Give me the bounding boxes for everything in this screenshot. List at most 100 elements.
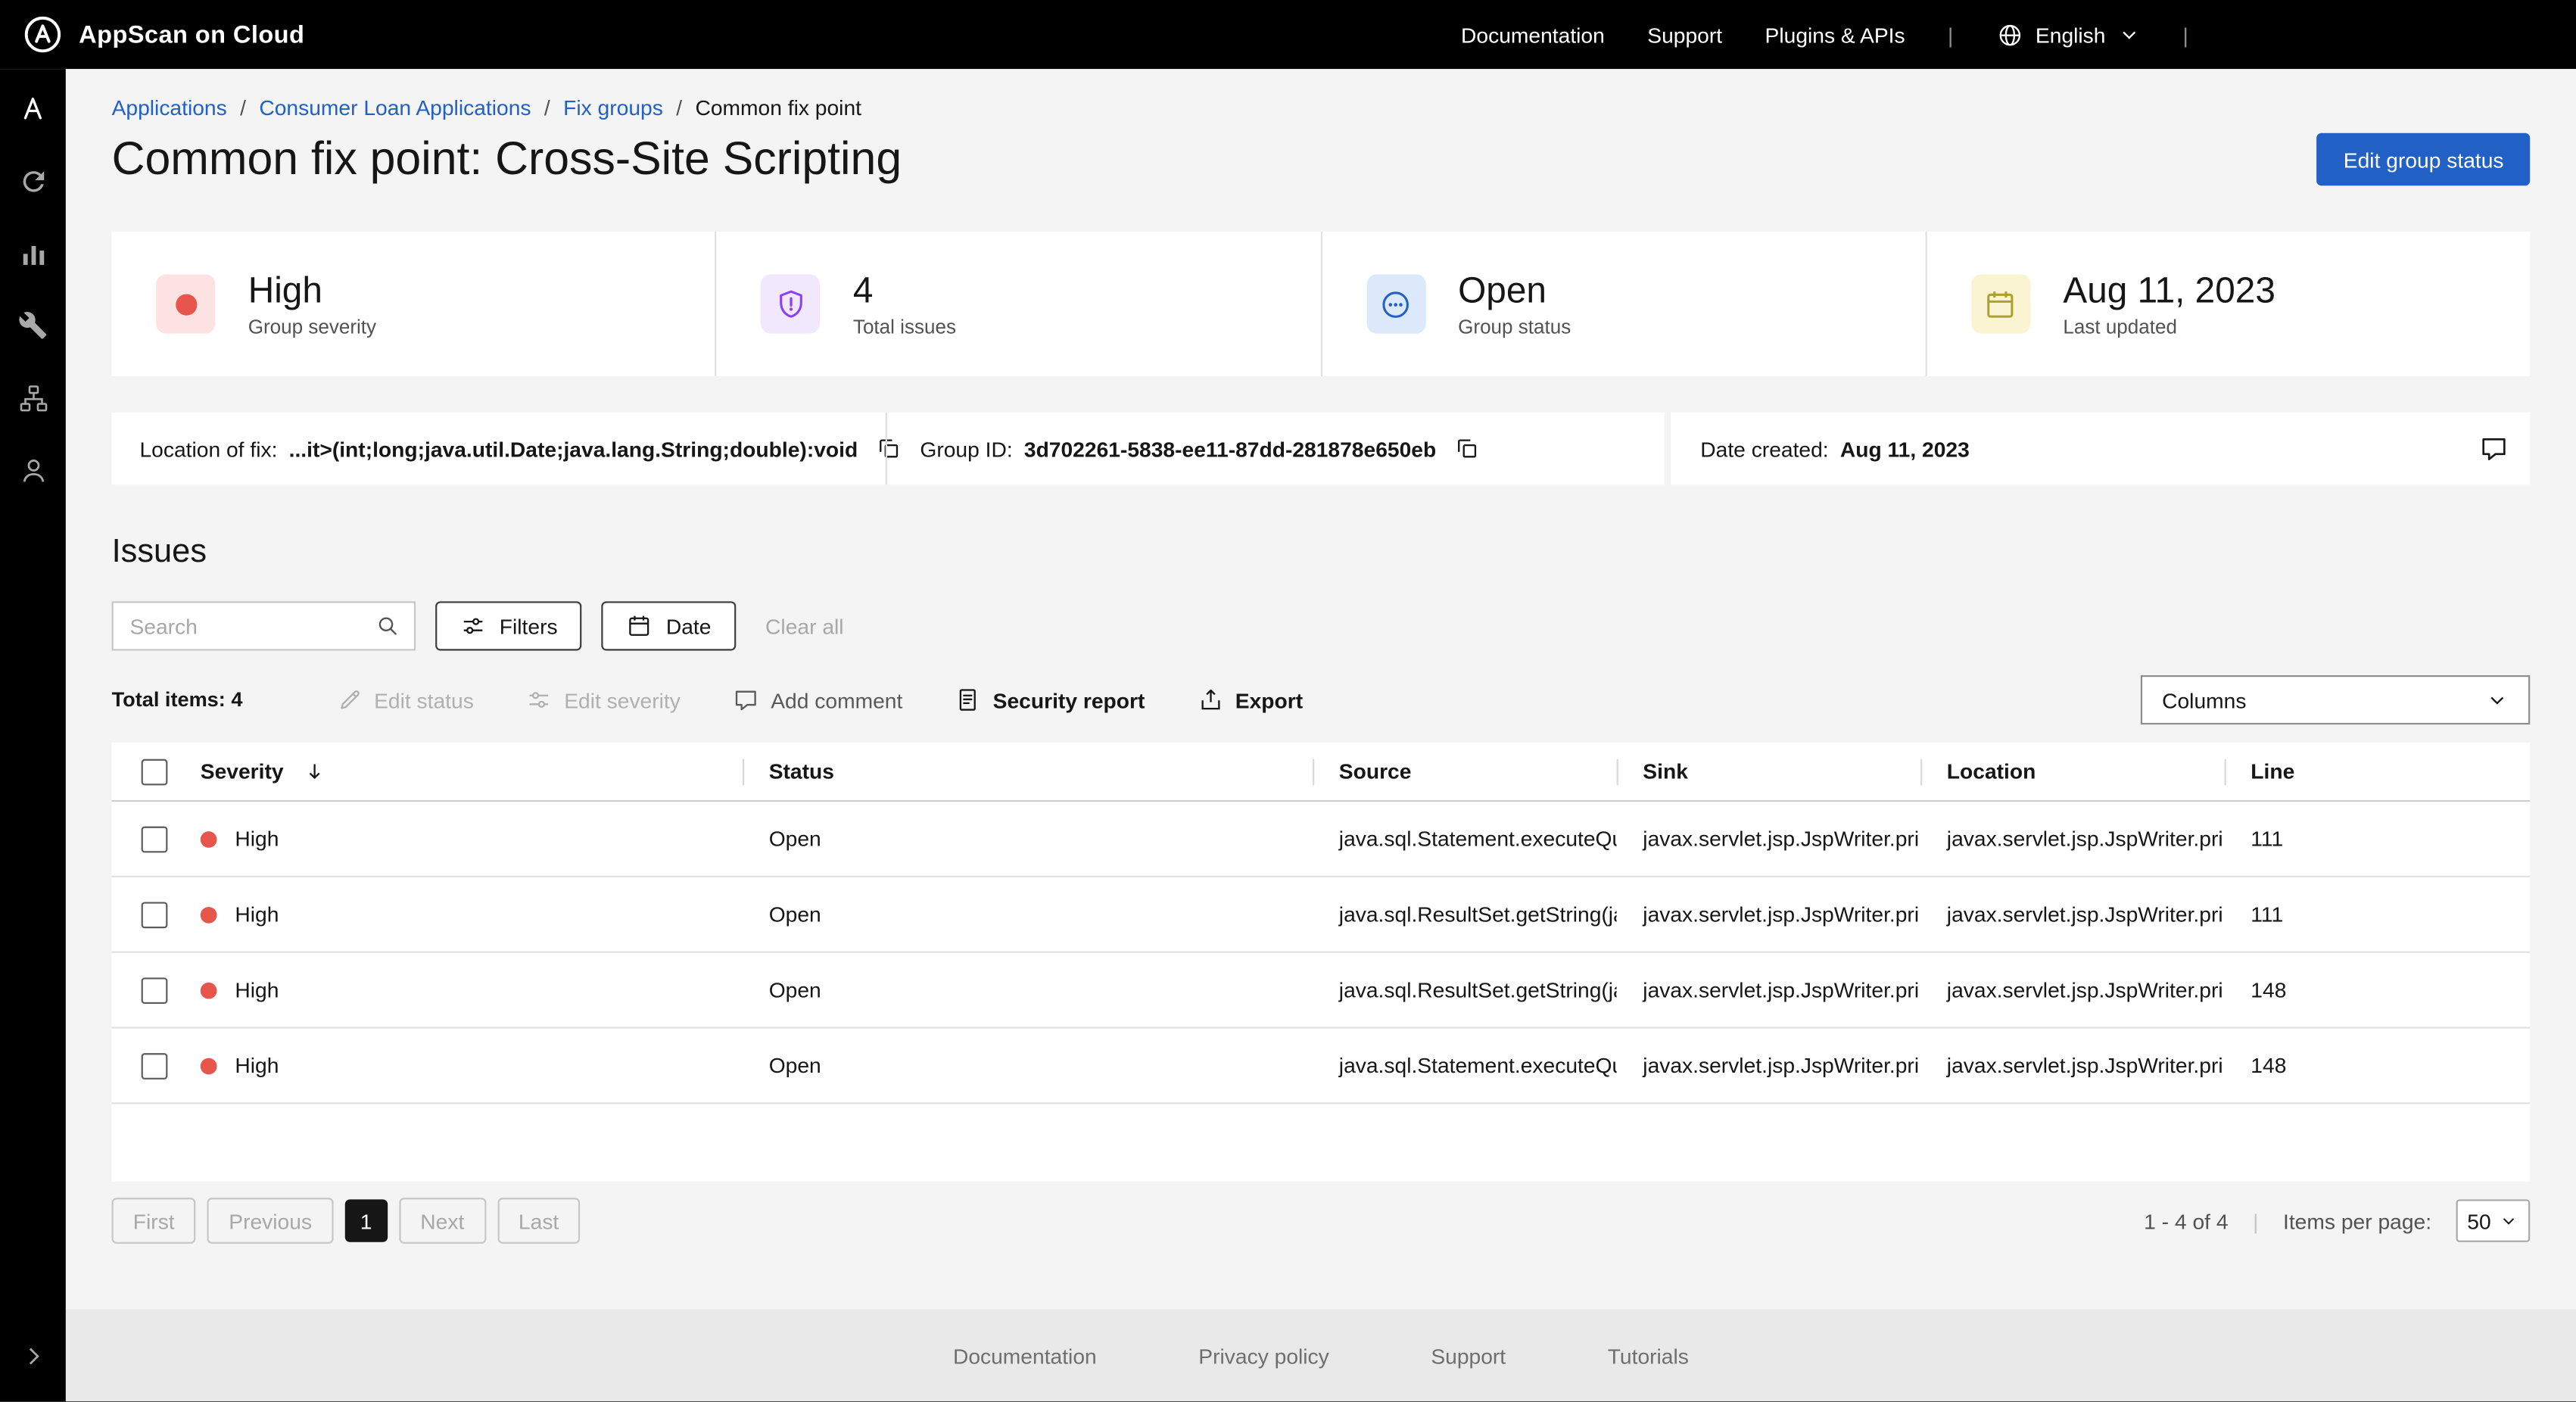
breadcrumb-current: Common fix point — [695, 95, 861, 120]
security-report-button[interactable]: Security report — [955, 687, 1145, 713]
top-bar: AppScan on Cloud Documentation Support P… — [0, 0, 2576, 69]
row-severity: High — [235, 902, 279, 927]
row-checkbox[interactable] — [142, 826, 168, 852]
nav-support[interactable]: Support — [1647, 22, 1722, 47]
row-checkbox[interactable] — [142, 901, 168, 927]
columns-dropdown[interactable]: Columns — [2141, 675, 2530, 724]
sidebar-item-scans[interactable] — [0, 145, 66, 217]
items-per-page-label: Items per page: — [2283, 1208, 2431, 1233]
header-status[interactable]: Status — [743, 743, 1313, 800]
row-sink: javax.servlet.jsp.JspWriter.pri — [1617, 1029, 1921, 1103]
scan-refresh-icon — [17, 165, 48, 196]
group-status-label: Group status — [1458, 316, 1571, 338]
breadcrumb-separator: / — [544, 95, 550, 120]
edit-pencil-icon — [336, 687, 363, 713]
total-issues-label: Total issues — [853, 316, 956, 338]
table-row[interactable]: High Open java.sql.ResultSet.getString(j… — [112, 877, 2531, 953]
high-severity-dot-icon — [201, 830, 217, 847]
appscan-window: AppScan on Cloud Documentation Support P… — [0, 0, 2576, 1401]
breadcrumb-consumer-loan-applications[interactable]: Consumer Loan Applications — [259, 95, 531, 120]
first-page-button[interactable]: First — [112, 1198, 196, 1244]
header-severity[interactable]: Severity — [177, 743, 743, 800]
bulk-actions: Edit status Edit severity Add comment — [336, 687, 1303, 713]
nav-documentation[interactable]: Documentation — [1461, 22, 1605, 47]
sidebar-item-tools[interactable] — [0, 289, 66, 361]
pagination-range: 1 - 4 of 4 — [2144, 1208, 2228, 1233]
breadcrumb-fix-groups[interactable]: Fix groups — [563, 95, 663, 120]
row-location: javax.servlet.jsp.JspWriter.pri — [1920, 953, 2225, 1027]
group-comments-button[interactable] — [2479, 434, 2509, 463]
total-issues-card: 4 Total issues — [715, 232, 1320, 376]
header-location[interactable]: Location — [1920, 743, 2225, 800]
row-checkbox[interactable] — [142, 1052, 168, 1079]
location-of-fix-label: Location of fix: — [139, 436, 277, 461]
security-report-label: Security report — [993, 687, 1145, 712]
report-document-icon — [955, 687, 982, 713]
add-comment-label: Add comment — [771, 687, 902, 712]
issues-heading: Issues — [112, 534, 2531, 572]
sidebar-item-organization[interactable] — [0, 361, 66, 433]
row-status: Open — [743, 1029, 1313, 1103]
total-issues-value: 4 — [853, 269, 956, 311]
filters-button[interactable]: Filters — [435, 601, 582, 650]
search-input[interactable] — [129, 614, 374, 639]
breadcrumb-applications[interactable]: Applications — [112, 95, 227, 120]
nav-plugins-apis[interactable]: Plugins & APIs — [1765, 22, 1905, 47]
previous-page-button[interactable]: Previous — [207, 1198, 333, 1244]
last-updated-label: Last updated — [2063, 316, 2275, 338]
row-location: javax.servlet.jsp.JspWriter.pri — [1920, 877, 2225, 952]
clear-all-link[interactable]: Clear all — [765, 614, 843, 639]
header-line[interactable]: Line — [2225, 743, 2529, 800]
row-location: javax.servlet.jsp.JspWriter.pri — [1920, 802, 2225, 876]
sidebar-item-applications[interactable] — [0, 72, 66, 144]
sidebar-item-reports[interactable] — [0, 217, 66, 288]
row-line: 148 — [2225, 1029, 2529, 1103]
row-checkbox[interactable] — [142, 977, 168, 1003]
high-severity-dot-icon — [201, 1058, 217, 1074]
footer-support[interactable]: Support — [1431, 1343, 1506, 1368]
footer-tutorials[interactable]: Tutorials — [1608, 1343, 1689, 1368]
header-severity-label: Severity — [201, 759, 284, 784]
copy-group-id-button[interactable] — [1454, 435, 1481, 462]
high-severity-dot-icon — [201, 982, 217, 999]
edit-status-button[interactable]: Edit status — [336, 687, 474, 713]
issues-table: Severity Status Source Sink Location Lin… — [112, 743, 2531, 1181]
date-created: Date created: Aug 11, 2023 — [1700, 436, 1970, 461]
sidebar-expand-toggle[interactable] — [0, 1319, 66, 1391]
last-page-button[interactable]: Last — [497, 1198, 581, 1244]
breadcrumb-separator: / — [676, 95, 682, 120]
last-updated-value: Aug 11, 2023 — [2063, 269, 2275, 311]
group-status-card: Open Group status — [1320, 232, 1925, 376]
edit-severity-button[interactable]: Edit severity — [526, 687, 681, 713]
group-severity-label: Group severity — [248, 316, 376, 338]
next-page-button[interactable]: Next — [399, 1198, 485, 1244]
export-icon — [1198, 687, 1224, 713]
wrench-icon — [18, 310, 48, 340]
edit-group-status-button[interactable]: Edit group status — [2317, 133, 2530, 185]
export-button[interactable]: Export — [1198, 687, 1303, 713]
applications-icon — [17, 92, 49, 125]
header-sink[interactable]: Sink — [1617, 743, 1921, 800]
footer-documentation[interactable]: Documentation — [953, 1343, 1097, 1368]
language-selector[interactable]: English — [1996, 20, 2140, 48]
select-all-checkbox[interactable] — [142, 759, 168, 785]
footer-privacy-policy[interactable]: Privacy policy — [1198, 1343, 1328, 1368]
items-per-page-value: 50 — [2467, 1208, 2490, 1233]
table-row[interactable]: High Open java.sql.Statement.executeQu j… — [112, 802, 2531, 877]
header-source[interactable]: Source — [1313, 743, 1617, 800]
row-source: java.sql.Statement.executeQu — [1313, 802, 1617, 876]
add-comment-button[interactable]: Add comment — [733, 687, 902, 713]
date-created-label: Date created: — [1700, 436, 1828, 461]
sidebar-item-account[interactable] — [0, 434, 66, 506]
date-filter-button[interactable]: Date — [602, 601, 736, 650]
chevron-down-icon — [2117, 23, 2140, 45]
row-source: java.sql.ResultSet.getString(ja — [1313, 877, 1617, 952]
date-filter-label: Date — [666, 614, 712, 639]
comment-icon — [2479, 434, 2509, 463]
table-row[interactable]: High Open java.sql.ResultSet.getString(j… — [112, 953, 2531, 1029]
table-row[interactable]: High Open java.sql.Statement.executeQu j… — [112, 1029, 2531, 1104]
current-page-button[interactable]: 1 — [344, 1199, 387, 1242]
brand-home-link[interactable]: AppScan on Cloud — [23, 15, 304, 55]
items-per-page-dropdown[interactable]: 50 — [2456, 1199, 2531, 1242]
group-id: Group ID: 3d702261-5838-ee11-87dd-281878… — [887, 413, 1481, 484]
